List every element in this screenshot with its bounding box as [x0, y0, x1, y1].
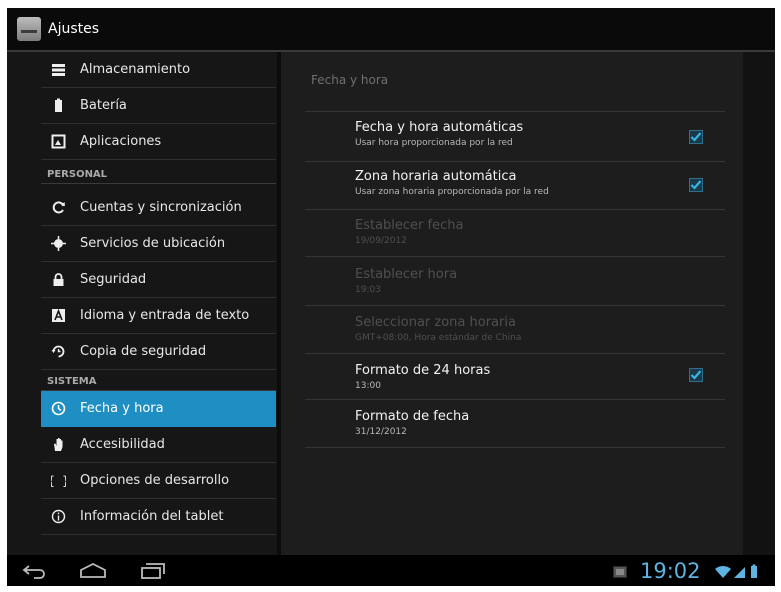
setting-summary: 19/09/2012 — [355, 236, 407, 246]
system-nav-bar: 19:02 — [7, 555, 775, 586]
sidebar-item-label: Copia de seguridad — [80, 344, 207, 359]
setting-summary: 19:03 — [355, 285, 381, 295]
setting-summary: Usar hora proporcionada por la red — [355, 138, 513, 148]
setting-summary: 13:00 — [355, 381, 381, 391]
braces-icon: { } — [51, 474, 66, 488]
checkbox-checked[interactable] — [689, 178, 703, 192]
apps-icon — [51, 134, 66, 149]
setting-summary: Usar zona horaria proporcionada por la r… — [355, 187, 549, 197]
divider — [305, 256, 725, 257]
sidebar-item-cuentas[interactable]: Cuentas y sincronización — [41, 190, 276, 226]
backup-icon — [51, 345, 65, 358]
sidebar-item-desarrollo[interactable]: { } Opciones de desarrollo — [41, 463, 276, 499]
setting-establecer-hora: Establecer hora 19:03 — [355, 267, 715, 295]
status-clock[interactable]: 19:02 — [640, 559, 701, 583]
sidebar-item-almacenamiento[interactable]: Almacenamiento — [41, 52, 276, 88]
sidebar-item-accesibilidad[interactable]: Accesibilidad — [41, 427, 276, 463]
sidebar-item-label: Fecha y hora — [80, 401, 164, 416]
divider — [305, 111, 725, 112]
setting-fecha-hora-automaticas[interactable]: Fecha y hora automáticas Usar hora propo… — [355, 120, 715, 148]
sync-icon — [52, 201, 65, 214]
detail-header: Fecha y hora — [311, 73, 389, 87]
sidebar-item-seguridad[interactable]: Seguridad — [41, 262, 276, 298]
back-icon[interactable] — [22, 563, 48, 579]
setting-summary: 31/12/2012 — [355, 427, 407, 437]
section-header-sistema: SISTEMA — [47, 376, 97, 387]
settings-app-icon[interactable] — [17, 17, 41, 41]
sidebar-item-label: Idioma y entrada de texto — [80, 308, 250, 323]
divider — [305, 305, 725, 306]
sidebar-item-label: Servicios de ubicación — [80, 236, 226, 251]
setting-seleccionar-zona-horaria: Seleccionar zona horaria GMT+08:00, Hora… — [355, 315, 715, 343]
sidebar-item-copia[interactable]: Copia de seguridad — [41, 334, 276, 370]
section-header-personal: PERSONAL — [47, 169, 108, 180]
sidebar-item-label: Almacenamiento — [80, 62, 191, 77]
setting-formato-24-horas[interactable]: Formato de 24 horas 13:00 — [355, 363, 715, 391]
divider — [305, 161, 725, 162]
sidebar-item-label: Opciones de desarrollo — [80, 473, 230, 488]
sidebar-item-label: Información del tablet — [80, 509, 224, 524]
setting-title: Zona horaria automática — [355, 169, 517, 184]
divider — [305, 399, 725, 400]
app-title: Ajustes — [48, 21, 100, 37]
tablet-screen: Ajustes Almacenamiento Batería Aplicacio… — [7, 8, 775, 586]
settings-sidebar: Almacenamiento Batería Aplicaciones PERS… — [7, 52, 277, 555]
right-edge-panel — [743, 52, 775, 555]
setting-title: Fecha y hora automáticas — [355, 120, 524, 135]
sidebar-item-aplicaciones[interactable]: Aplicaciones — [41, 124, 276, 160]
setting-establecer-fecha: Establecer fecha 19/09/2012 — [355, 218, 715, 246]
action-bar: Ajustes — [7, 8, 775, 52]
section-divider — [41, 183, 276, 184]
setting-title: Formato de fecha — [355, 409, 470, 424]
detail-pane: Fecha y hora Fecha y hora automáticas Us… — [281, 52, 743, 555]
status-icons[interactable] — [714, 564, 764, 580]
svg-text:{ }: { } — [51, 474, 66, 488]
home-icon[interactable] — [79, 562, 107, 579]
wifi-icon — [715, 565, 731, 578]
recent-apps-icon[interactable] — [139, 562, 165, 580]
signal-icon — [734, 567, 745, 578]
divider — [305, 447, 725, 448]
setting-zona-horaria-automatica[interactable]: Zona horaria automática Usar zona horari… — [355, 169, 715, 197]
setting-summary: GMT+08:00, Hora estándar de China — [355, 333, 522, 343]
setting-title: Seleccionar zona horaria — [355, 315, 516, 330]
lock-icon — [53, 273, 64, 286]
sidebar-item-fecha-hora[interactable]: Fecha y hora — [41, 391, 276, 427]
hand-icon — [54, 438, 63, 451]
divider — [305, 209, 725, 210]
setting-title: Establecer hora — [355, 267, 458, 282]
sidebar-item-label: Seguridad — [80, 272, 147, 287]
screenshot-notification-icon[interactable] — [613, 566, 627, 578]
setting-title: Establecer fecha — [355, 218, 464, 233]
info-icon — [51, 509, 66, 524]
sidebar-item-idioma[interactable]: Idioma y entrada de texto — [41, 298, 276, 334]
sidebar-item-label: Accesibilidad — [80, 437, 165, 452]
battery-icon — [55, 98, 62, 112]
storage-icon — [52, 64, 65, 76]
divider — [305, 353, 725, 354]
sidebar-item-label: Batería — [80, 98, 127, 113]
setting-formato-fecha[interactable]: Formato de fecha 31/12/2012 — [355, 409, 715, 437]
sidebar-item-label: Aplicaciones — [80, 134, 162, 149]
checkbox-checked[interactable] — [689, 130, 703, 144]
checkbox-checked[interactable] — [689, 368, 703, 382]
sidebar-item-bateria[interactable]: Batería — [41, 88, 276, 124]
language-icon — [52, 308, 65, 322]
sidebar-item-label: Cuentas y sincronización — [80, 200, 242, 215]
sidebar-item-ubicacion[interactable]: Servicios de ubicación — [41, 226, 276, 262]
setting-title: Formato de 24 horas — [355, 363, 491, 378]
sidebar-item-informacion[interactable]: Información del tablet — [41, 499, 276, 535]
location-icon — [51, 236, 66, 251]
clock-icon — [51, 401, 66, 416]
battery-status-icon — [751, 566, 757, 578]
